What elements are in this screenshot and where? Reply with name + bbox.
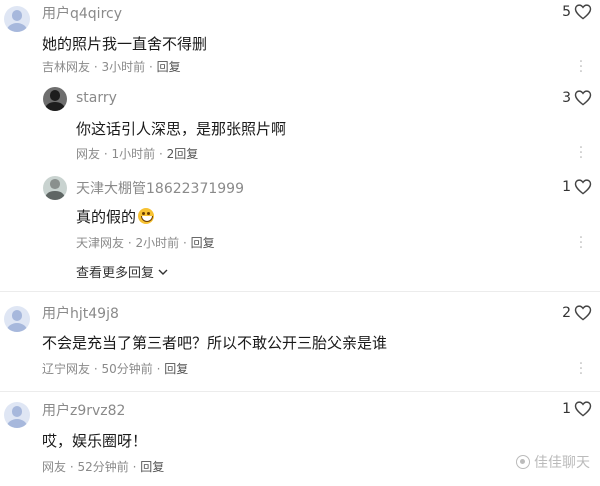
chevron-down-icon [158,269,168,275]
comment-text: 她的照片我一直舍不得删 [42,35,208,53]
reply-link[interactable]: 2回复 [167,147,199,161]
reply-username[interactable]: starry [76,90,117,106]
divider [0,291,600,292]
like-button[interactable]: 1 [562,400,592,417]
reply-link[interactable]: 回复 [140,460,164,474]
reply-meta: 网友 · 1小时前 · 2回复 [76,147,199,161]
avatar[interactable] [43,176,67,200]
reply-location: 网友 [76,147,101,161]
comment-text: 不会是充当了第三者吧？所以不敢公开三胎父亲是谁 [42,334,388,352]
reply-link[interactable]: 回复 [157,60,181,74]
like-count: 3 [562,89,571,106]
reply-meta: 天津网友 · 2小时前 · 回复 [76,236,215,250]
more-icon[interactable]: · · · [576,231,586,255]
comment-meta: 网友 · 52分钟前 · 回复 [42,460,165,474]
watermark: 佳佳聊天 [516,452,590,472]
heart-outline-icon [574,90,592,106]
like-button[interactable]: 2 [562,304,592,321]
like-count: 5 [562,3,571,20]
divider [0,391,600,392]
reply-location: 天津网友 [76,236,125,250]
like-count: 1 [562,400,571,417]
avatar[interactable] [4,402,30,428]
reply-time: 1小时前 [111,147,156,161]
reply-link[interactable]: 回复 [164,362,188,376]
avatar[interactable] [4,306,30,332]
comment-time: 3小时前 [101,60,146,74]
reply-text: 你这话引人深思，是那张照片啊 [76,120,287,138]
comment-meta: 辽宁网友 · 50分钟前 · 回复 [42,362,189,376]
more-icon[interactable]: · · · [576,357,586,381]
heart-outline-icon [574,305,592,321]
more-icon[interactable]: · · · [576,141,586,165]
like-button[interactable]: 1 [562,178,592,195]
comment-location: 辽宁网友 [42,362,91,376]
comment-location: 吉林网友 [42,60,91,74]
reply-time: 2小时前 [135,236,180,250]
heart-outline-icon [574,4,592,20]
avatar[interactable] [43,87,67,111]
more-icon[interactable]: · · · [576,55,586,79]
reply-link[interactable]: 回复 [191,236,215,250]
like-button[interactable]: 5 [562,3,592,20]
heart-outline-icon [574,401,592,417]
watermark-logo-icon [516,455,530,469]
reply-text: 真的假的 [76,206,155,227]
comment-username[interactable]: 用户z9rvz82 [42,400,125,420]
reply-username[interactable]: 天津大棚管18622371999 [76,178,244,198]
like-count: 2 [562,304,571,321]
comment-text: 哎，娱乐圈呀！ [42,432,148,450]
like-button[interactable]: 3 [562,89,592,106]
comment-time: 50分钟前 [101,362,153,376]
comment-time: 52分钟前 [77,460,129,474]
heart-outline-icon [574,179,592,195]
comment-location: 网友 [42,460,67,474]
grinning-face-emoji [138,208,155,224]
view-more-replies-button[interactable]: 查看更多回复 [76,262,168,281]
avatar[interactable] [4,6,30,32]
like-count: 1 [562,178,571,195]
comment-username[interactable]: 用户q4qircy [42,3,122,23]
comment-username[interactable]: 用户hjt49j8 [42,303,119,323]
comment-meta: 吉林网友 · 3小时前 · 回复 [42,60,181,74]
